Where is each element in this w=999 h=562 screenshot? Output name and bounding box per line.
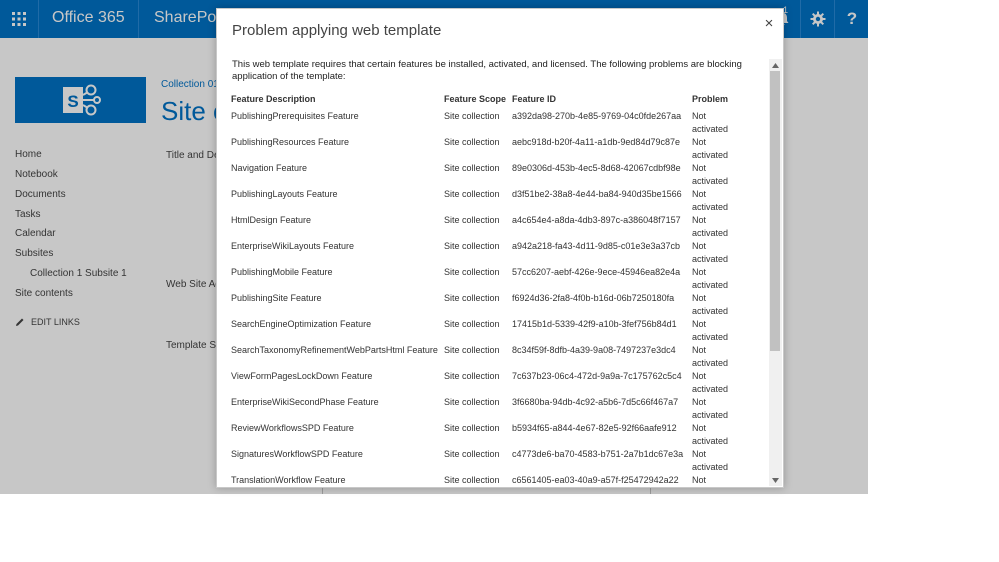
- feature-id: f6924d36-2fa8-4f0b-b16d-06b7250180fa: [512, 293, 675, 303]
- table-row: ReviewWorkflowsSPD Feature Site collectio…: [231, 422, 742, 448]
- close-icon[interactable]: ×: [761, 15, 777, 33]
- feature-description: PublishingSite Feature: [231, 293, 322, 303]
- feature-description: EnterpriseWikiSecondPhase Feature: [231, 397, 379, 407]
- feature-description: ViewFormPagesLockDown Feature: [231, 371, 373, 381]
- feature-problem: Not activated: [692, 423, 729, 446]
- table-header-row: Feature Description Feature Scope Featur…: [231, 93, 742, 110]
- table-row: Navigation Feature Site collection 89e0306…: [231, 162, 742, 188]
- feature-problem: Not activated: [692, 475, 707, 485]
- feature-scope: Site collection: [444, 137, 500, 147]
- feature-id: b5934f65-a844-4e67-82e5-92f66aafe912: [512, 423, 677, 433]
- feature-id: a4c654e4-a8da-4db3-897c-a386048f7157: [512, 215, 681, 225]
- header-feature-scope: Feature Scope: [444, 94, 507, 104]
- dialog-title: Problem applying web template: [232, 22, 442, 39]
- feature-id: d3f51be2-38a8-4e44-ba84-940d35be1566: [512, 189, 682, 199]
- feature-description: PublishingPrerequisites Feature: [231, 111, 359, 121]
- feature-problem: Not activated: [692, 345, 729, 368]
- feature-id: c6561405-ea03-40a9-a57f-f25472942a22: [512, 475, 679, 485]
- feature-description: TranslationWorkflow Feature: [231, 475, 346, 485]
- header-feature-id: Feature ID: [512, 94, 557, 104]
- feature-problem: Not activated: [692, 371, 729, 394]
- table-row: EnterpriseWikiLayouts Feature Site collec…: [231, 240, 742, 266]
- feature-description: Navigation Feature: [231, 163, 308, 173]
- feature-scope: Site collection: [444, 423, 500, 433]
- feature-description: PublishingMobile Feature: [231, 267, 333, 277]
- table-row: PublishingLayouts Feature Site collection…: [231, 188, 742, 214]
- table-row: PublishingSite Feature Site collection f69…: [231, 292, 742, 318]
- feature-scope: Site collection: [444, 163, 500, 173]
- feature-problem: Not activated: [692, 319, 729, 342]
- feature-id: aebc918d-b20f-4a11-a1db-9ed84d79c87e: [512, 137, 680, 147]
- feature-scope: Site collection: [444, 449, 500, 459]
- feature-description: HtmlDesign Feature: [231, 215, 312, 225]
- feature-id: 17415b1d-5339-42f9-a10b-3fef756b84d1: [512, 319, 677, 329]
- feature-scope: Site collection: [444, 319, 500, 329]
- feature-id: c4773de6-ba70-4583-b751-2a7b1dc67e3a: [512, 449, 684, 459]
- feature-scope: Site collection: [444, 397, 500, 407]
- dialog-body: This web template requires that certain …: [217, 59, 769, 487]
- feature-problem: Not activated: [692, 241, 729, 264]
- feature-problem: Not activated: [692, 163, 729, 186]
- feature-problem: Not activated: [692, 189, 729, 212]
- table-row: SearchTaxonomyRefinementWebPartsHtml Fea…: [231, 344, 742, 370]
- feature-scope: Site collection: [444, 241, 500, 251]
- table-row: EnterpriseWikiSecondPhase Feature Site co…: [231, 396, 742, 422]
- table-row: PublishingMobile Feature Site collection 5…: [231, 266, 742, 292]
- feature-scope: Site collection: [444, 293, 500, 303]
- feature-problem: Not activated: [692, 111, 729, 134]
- feature-problem: Not activated: [692, 267, 729, 290]
- feature-description: SearchTaxonomyRefinementWebPartsHtml Fea…: [231, 345, 438, 355]
- feature-scope: Site collection: [444, 267, 500, 277]
- feature-id: 7c637b23-06c4-472d-9a9a-7c175762c5c4: [512, 371, 682, 381]
- feature-description: PublishingLayouts Feature: [231, 189, 338, 199]
- feature-description: ReviewWorkflowsSPD Feature: [231, 423, 354, 433]
- feature-description: PublishingResources Feature: [231, 137, 350, 147]
- header-problem: Problem: [692, 94, 729, 104]
- table-row: PublishingPrerequisites Feature Site coll…: [231, 110, 742, 136]
- table-row: TranslationWorkflow Feature Site collecti…: [231, 474, 742, 487]
- feature-scope: Site collection: [444, 215, 500, 225]
- feature-scope: Site collection: [444, 371, 500, 381]
- dialog-intro-text: This web template requires that certain …: [232, 59, 742, 82]
- feature-problem: Not activated: [692, 397, 729, 420]
- table-row: ViewFormPagesLockDown Feature Site collec…: [231, 370, 742, 396]
- scroll-up-arrow-icon[interactable]: [769, 59, 782, 71]
- feature-description: EnterpriseWikiLayouts Feature: [231, 241, 355, 251]
- feature-problem: Not activated: [692, 215, 729, 238]
- dialog-scrollbar[interactable]: [769, 59, 782, 486]
- feature-id: 8c34f59f-8dfb-4a39-9a08-7497237e3dc4: [512, 345, 676, 355]
- feature-id: 3f6680ba-94db-4c92-a5b6-7d5c66f467a7: [512, 397, 679, 407]
- feature-problem: Not activated: [692, 449, 729, 472]
- feature-scope: Site collection: [444, 189, 500, 199]
- feature-id: 57cc6207-aebf-426e-9ece-45946ea82e4a: [512, 267, 681, 277]
- table-row: SearchEngineOptimization Feature Site col…: [231, 318, 742, 344]
- table-row: SignaturesWorkflowSPD Feature Site collec…: [231, 448, 742, 474]
- feature-description: SignaturesWorkflowSPD Feature: [231, 449, 363, 459]
- table-row: PublishingResources Feature Site collecti…: [231, 136, 742, 162]
- feature-description: SearchEngineOptimization Feature: [231, 319, 372, 329]
- feature-scope: Site collection: [444, 345, 500, 355]
- feature-id: a392da98-270b-4e85-9769-04c0fde267aa: [512, 111, 682, 121]
- header-feature-description: Feature Description: [231, 94, 316, 104]
- problem-dialog: Problem applying web template × This web…: [216, 8, 784, 488]
- feature-problem: Not activated: [692, 293, 729, 316]
- feature-problem: Not activated: [692, 137, 729, 160]
- features-table: Feature Description Feature Scope Featur…: [231, 93, 742, 487]
- feature-scope: Site collection: [444, 111, 500, 121]
- feature-scope: Site collection: [444, 475, 500, 485]
- scroll-down-arrow-icon[interactable]: [769, 474, 782, 486]
- table-row: HtmlDesign Feature Site collection a4c654e…: [231, 214, 742, 240]
- feature-id: a942a218-fa43-4d11-9d85-c01e3e3a37cb: [512, 241, 680, 251]
- feature-id: 89e0306d-453b-4ec5-8d68-42067cdbf98e: [512, 163, 681, 173]
- scroll-thumb[interactable]: [770, 71, 780, 351]
